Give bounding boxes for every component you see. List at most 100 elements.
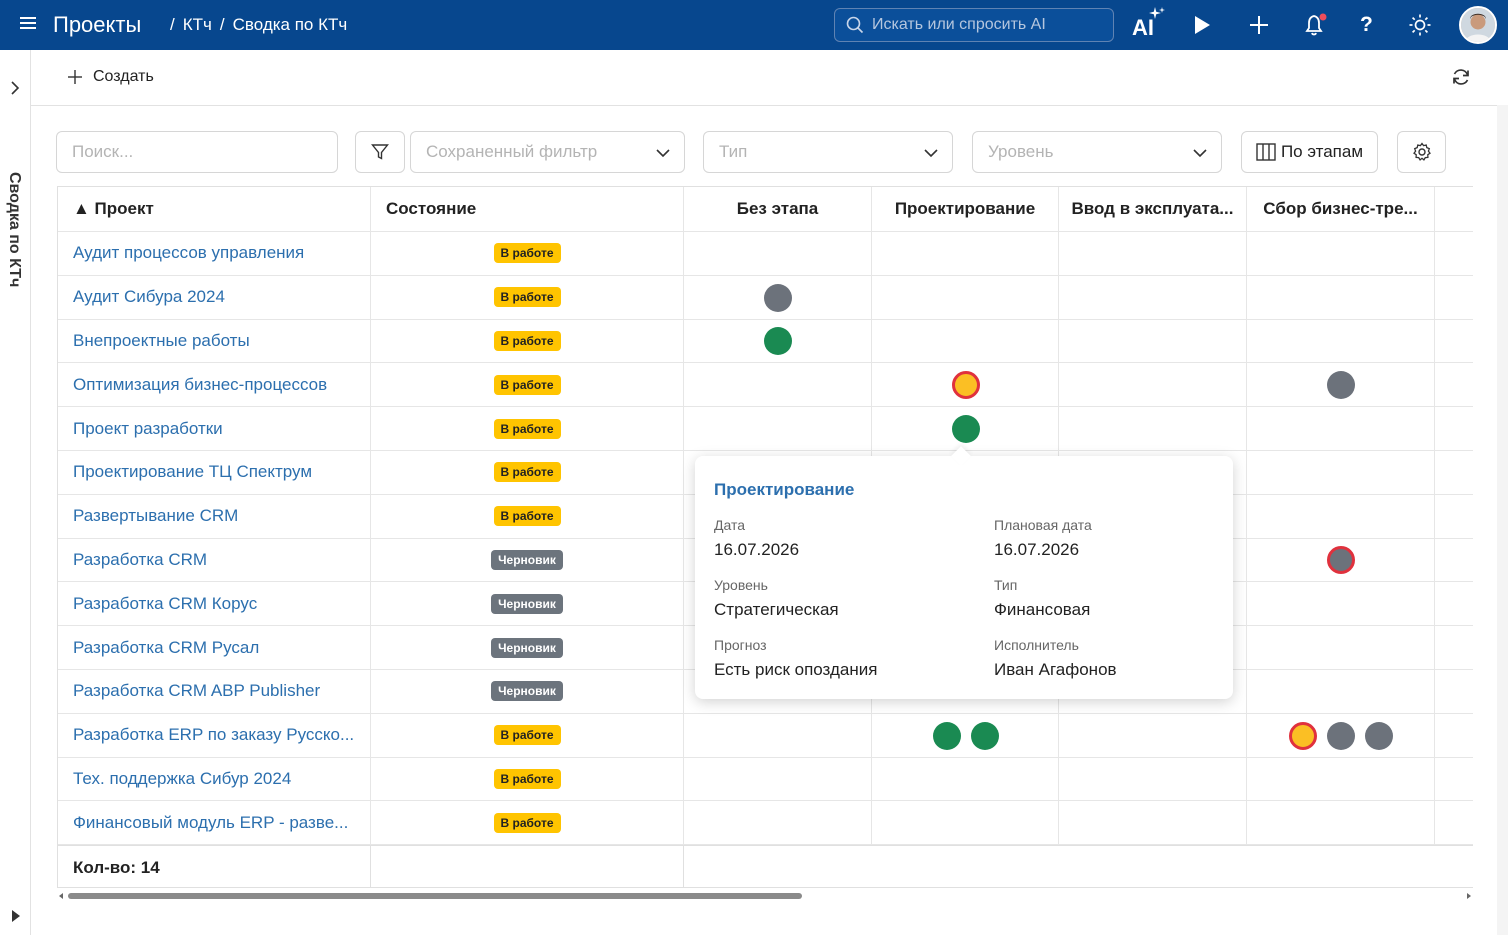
milestone-dot[interactable]	[1327, 546, 1355, 575]
add-icon[interactable]	[1249, 15, 1269, 35]
stage-cell	[872, 801, 1059, 845]
stage-cell	[1059, 801, 1247, 845]
breadcrumb-item[interactable]: КТч	[183, 15, 212, 35]
project-link[interactable]: Аудит процессов управления	[58, 232, 371, 275]
saved-filter-select[interactable]: Сохраненный фильтр	[410, 131, 685, 173]
milestone-dot[interactable]	[1327, 371, 1355, 400]
stage-cell	[684, 232, 872, 275]
filter-icon	[371, 144, 389, 160]
project-link[interactable]: Оптимизация бизнес-процессов	[58, 363, 371, 407]
level-select[interactable]: Уровень	[972, 131, 1222, 173]
search-input[interactable]: Поиск...	[56, 131, 338, 173]
global-search-input[interactable]: Искать или спросить AI	[834, 8, 1114, 42]
project-link[interactable]: Разработка CRM Корус	[58, 582, 371, 626]
project-link[interactable]: Разработка CRM ABP Publisher	[58, 670, 371, 713]
state-cell: Черновик	[371, 670, 684, 713]
stage-cell	[1247, 757, 1435, 801]
status-badge: В работе	[493, 243, 561, 264]
tooltip-owner-label: Исполнитель	[994, 637, 1079, 653]
status-badge: В работе	[493, 812, 561, 833]
table-row: Внепроектные работы В работе	[58, 319, 1473, 364]
column-header-stage[interactable]: Без этапа	[684, 187, 872, 231]
stage-cell	[1247, 494, 1435, 538]
project-link[interactable]: Разработка CRM	[58, 538, 371, 582]
column-header-project[interactable]: ▲ Проект	[58, 187, 371, 231]
tooltip-forecast: Есть риск опоздания	[714, 660, 878, 679]
horizontal-scrollbar[interactable]	[57, 889, 1473, 901]
stage-cell	[1247, 451, 1435, 494]
project-link[interactable]: Внепроектные работы	[58, 319, 371, 363]
user-avatar[interactable]	[1459, 6, 1497, 44]
tooltip-type: Финансовая	[994, 600, 1091, 619]
state-cell: Черновик	[371, 582, 684, 626]
stage-cell	[1247, 801, 1435, 845]
top-bar: Проекты / КТч / Сводка по КТч Искать или…	[0, 0, 1508, 50]
tooltip-date: 16.07.2026	[714, 540, 800, 559]
state-cell: Черновик	[371, 538, 684, 582]
project-link[interactable]: Тех. поддержка Сибур 2024	[58, 757, 371, 801]
milestone-dot[interactable]	[970, 721, 999, 750]
state-cell: В работе	[371, 494, 684, 538]
tooltip-owner: Иван Агафонов	[994, 660, 1117, 679]
column-header-stage[interactable]: Сбор бизнес-тре...	[1247, 187, 1435, 231]
stage-tooltip: Проектирование Дата 16.07.2026 Плановая …	[695, 446, 1233, 699]
stage-cell	[1247, 407, 1435, 450]
project-link[interactable]: Разработка ERP по заказу Русско...	[58, 713, 371, 757]
status-badge: В работе	[493, 462, 561, 483]
milestone-dot[interactable]	[951, 415, 980, 444]
project-link[interactable]: Проектирование ТЦ Спектрум	[58, 451, 371, 494]
refresh-icon[interactable]	[1451, 67, 1471, 92]
stage-cell	[1247, 582, 1435, 626]
project-link[interactable]: Аудит Сибура 2024	[58, 275, 371, 319]
state-cell: В работе	[371, 407, 684, 450]
status-badge: В работе	[493, 418, 561, 439]
expand-chevron-icon[interactable]	[9, 80, 21, 101]
column-header-state[interactable]: Состояние	[371, 187, 684, 231]
play-small-icon[interactable]	[11, 909, 21, 928]
milestone-dot[interactable]	[764, 327, 792, 356]
stage-cell	[872, 407, 1059, 450]
project-link[interactable]: Проект разработки	[58, 407, 371, 450]
column-header-stage[interactable]: Ввод в эксплуата...	[1059, 187, 1247, 231]
breadcrumb-item[interactable]: Сводка по КТч	[233, 15, 348, 35]
tooltip-level: Стратегическая	[714, 600, 839, 619]
stage-cell	[872, 275, 1059, 319]
project-link[interactable]: Разработка CRM Русал	[58, 626, 371, 669]
stage-cell	[872, 713, 1059, 757]
milestone-dot[interactable]	[932, 721, 961, 750]
stage-cell	[1059, 713, 1247, 757]
settings-button[interactable]	[1397, 131, 1446, 173]
menu-icon[interactable]	[20, 14, 38, 32]
table-row: Разработка ERP по заказу Русско... В рабо…	[58, 713, 1473, 758]
milestone-dot[interactable]	[1365, 721, 1393, 750]
milestone-dot[interactable]	[951, 371, 980, 400]
type-select[interactable]: Тип	[703, 131, 953, 173]
ai-assistant-button[interactable]: AI	[1132, 6, 1165, 42]
filter-button[interactable]	[355, 131, 405, 173]
status-badge: В работе	[493, 506, 561, 527]
milestone-dot[interactable]	[764, 283, 792, 312]
row-count: Кол-во: 14	[58, 846, 371, 887]
create-label: Создать	[93, 68, 154, 85]
create-button[interactable]: Создать	[67, 68, 154, 86]
state-cell: Черновик	[371, 626, 684, 669]
project-link[interactable]: Финансовый модуль ERP - разве...	[58, 801, 371, 845]
milestone-dot[interactable]	[1327, 721, 1355, 750]
app-title[interactable]: Проекты	[53, 12, 141, 38]
status-badge: В работе	[493, 374, 561, 395]
project-link[interactable]: Развертывание CRM	[58, 494, 371, 538]
stage-cell	[872, 232, 1059, 275]
stage-cell	[1247, 319, 1435, 363]
table-row: Тех. поддержка Сибур 2024 В работе	[58, 757, 1473, 802]
column-header-stage[interactable]: Проектирование	[872, 187, 1059, 231]
tooltip-title: Проектирование	[714, 480, 855, 499]
vertical-scrollbar[interactable]	[1497, 105, 1508, 935]
play-icon[interactable]	[1193, 15, 1211, 35]
by-stages-button[interactable]: По этапам	[1241, 131, 1378, 173]
stage-cell	[684, 757, 872, 801]
bell-icon[interactable]	[1303, 12, 1329, 38]
help-icon[interactable]: ?	[1360, 13, 1373, 37]
status-badge: В работе	[493, 768, 561, 789]
milestone-dot[interactable]	[1289, 721, 1317, 750]
theme-sun-icon[interactable]	[1409, 14, 1431, 36]
